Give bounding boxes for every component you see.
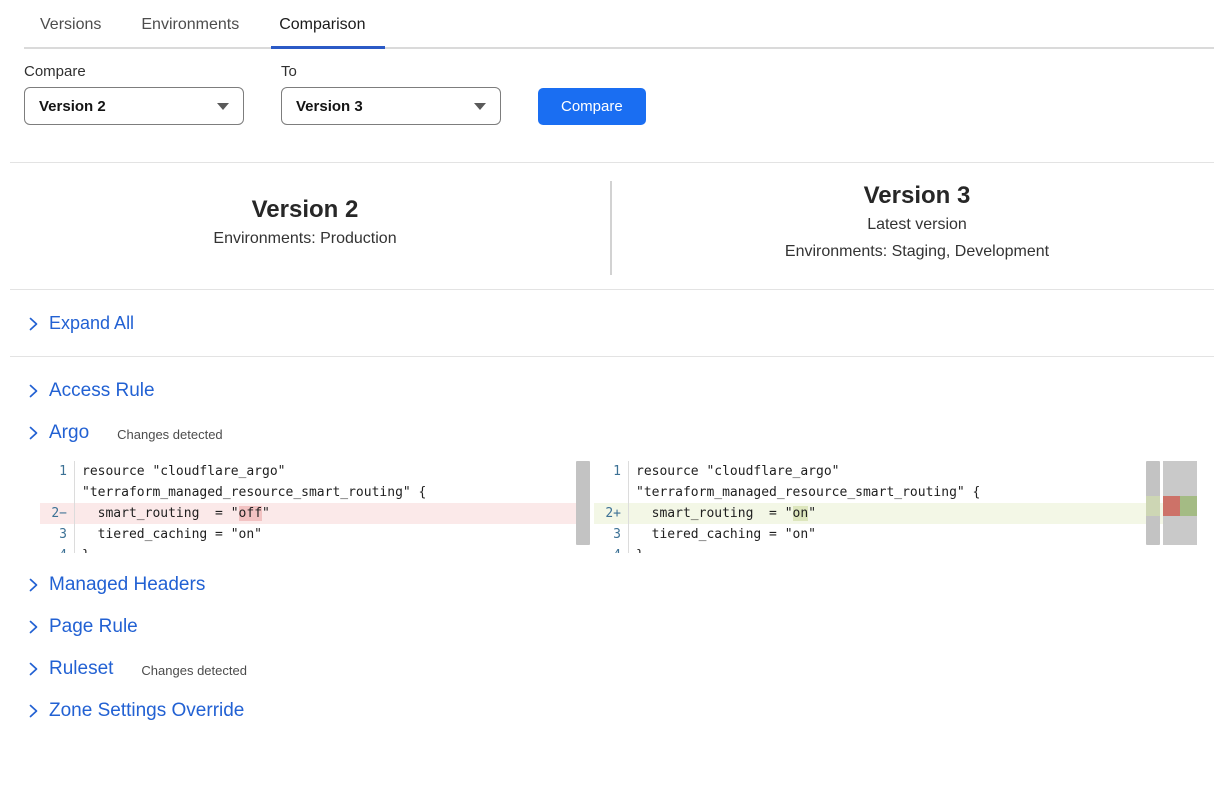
code-line-removed: 2− smart_routing = "off" <box>40 503 590 524</box>
compare-to-value: Version 3 <box>296 98 363 115</box>
code-line: 4 } <box>40 545 590 553</box>
compare-from-select[interactable]: Version 2 <box>24 87 244 125</box>
compare-button[interactable]: Compare <box>538 88 646 125</box>
line-number: 3 <box>40 524 75 545</box>
to-field: To Version 3 <box>281 63 501 125</box>
code-line-added: 2+ smart_routing = "on" <box>594 503 1197 524</box>
code-text: tiered_caching = "on" <box>75 524 262 545</box>
added-mark <box>1180 496 1197 516</box>
tab-bar: Versions Environments Comparison <box>24 0 1214 49</box>
line-number: 1 <box>594 461 629 482</box>
added-word-highlight: on <box>793 506 809 521</box>
chevron-right-icon <box>28 425 39 441</box>
diff-right-pane: 1 resource "cloudflare_argo" "terraform_… <box>594 461 1197 553</box>
to-label: To <box>281 63 501 80</box>
divider <box>10 356 1214 357</box>
argo-diff: 1 resource "cloudflare_argo" "terraform_… <box>40 461 1224 553</box>
left-version-environments: Environments: Production <box>0 225 610 252</box>
code-line: 3 tiered_caching = "on" <box>40 524 590 545</box>
line-number <box>40 482 75 503</box>
expand-all-label: Expand All <box>49 313 134 334</box>
section-managed-headers[interactable]: Managed Headers <box>28 571 1224 599</box>
chevron-right-icon <box>28 316 39 332</box>
compare-field: Compare Version 2 <box>24 63 244 125</box>
line-number: 4 <box>40 545 75 553</box>
line-number: 3 <box>594 524 629 545</box>
chevron-right-icon <box>28 619 39 635</box>
compare-form: Compare Version 2 To Version 3 Compare <box>24 63 1224 125</box>
tab-comparison[interactable]: Comparison <box>279 16 365 47</box>
scrollbar[interactable] <box>1146 461 1160 545</box>
code-text: tiered_caching = "on" <box>629 524 816 545</box>
diff-left-pane: 1 resource "cloudflare_argo" "terraform_… <box>40 461 590 553</box>
code-text: resource "cloudflare_argo" <box>75 461 286 482</box>
deleted-mark <box>1163 496 1180 516</box>
section-label: Argo <box>49 422 89 444</box>
changes-detected-badge: Changes detected <box>141 663 247 678</box>
code-text: } <box>75 545 90 553</box>
compare-label: Compare <box>24 63 244 80</box>
expand-all-section: Expand All <box>0 290 1224 356</box>
code-text: "terraform_managed_resource_smart_routin… <box>629 482 980 503</box>
section-ruleset[interactable]: Ruleset Changes detected <box>28 655 1224 683</box>
code-line: 4 } <box>594 545 1197 553</box>
line-number <box>594 482 629 503</box>
code-text: smart_routing = "on" <box>629 503 816 524</box>
diff-overview-ruler[interactable] <box>1163 461 1197 545</box>
tab-environments[interactable]: Environments <box>141 16 239 47</box>
removed-word-highlight: off <box>239 506 262 521</box>
line-number: 4 <box>594 545 629 553</box>
code-line: 1 resource "cloudflare_argo" <box>40 461 590 482</box>
caret-down-icon <box>474 103 486 110</box>
scrollbar-diff-band <box>1146 496 1160 516</box>
line-number: 1 <box>40 461 75 482</box>
line-number: 2+ <box>594 503 629 524</box>
code-line: 3 tiered_caching = "on" <box>594 524 1197 545</box>
code-text: "terraform_managed_resource_smart_routin… <box>75 482 426 503</box>
chevron-right-icon <box>28 703 39 719</box>
code-line: "terraform_managed_resource_smart_routin… <box>594 482 1197 503</box>
code-text: } <box>629 545 644 553</box>
code-line: 1 resource "cloudflare_argo" <box>594 461 1197 482</box>
compare-to-select[interactable]: Version 3 <box>281 87 501 125</box>
section-zone-settings-override[interactable]: Zone Settings Override <box>28 697 1224 725</box>
code-text: resource "cloudflare_argo" <box>629 461 840 482</box>
chevron-right-icon <box>28 577 39 593</box>
right-version-header: Version 3 Latest version Environments: S… <box>610 163 1224 289</box>
comparison-page: Versions Environments Comparison Compare… <box>0 0 1224 788</box>
right-version-title: Version 3 <box>610 181 1224 211</box>
changes-detected-badge: Changes detected <box>117 427 223 442</box>
section-access-rule[interactable]: Access Rule <box>28 377 1224 405</box>
left-version-header: Version 2 Environments: Production <box>0 163 610 289</box>
expand-all-button[interactable]: Expand All <box>28 313 1224 334</box>
right-version-subtitle: Latest version <box>610 211 1224 238</box>
section-label: Zone Settings Override <box>49 700 244 722</box>
section-argo[interactable]: Argo Changes detected <box>28 419 1224 447</box>
section-label: Managed Headers <box>49 574 205 596</box>
left-version-title: Version 2 <box>0 195 610 225</box>
caret-down-icon <box>217 103 229 110</box>
section-label: Access Rule <box>49 380 155 402</box>
compare-from-value: Version 2 <box>39 98 106 115</box>
code-line: "terraform_managed_resource_smart_routin… <box>40 482 590 503</box>
section-page-rule[interactable]: Page Rule <box>28 613 1224 641</box>
line-number: 2− <box>40 503 75 524</box>
chevron-right-icon <box>28 661 39 677</box>
section-label: Page Rule <box>49 616 138 638</box>
scrollbar[interactable] <box>576 461 590 545</box>
code-text: smart_routing = "off" <box>75 503 270 524</box>
right-version-environments: Environments: Staging, Development <box>610 238 1224 265</box>
version-headers: Version 2 Environments: Production Versi… <box>0 163 1224 289</box>
tab-versions[interactable]: Versions <box>40 16 101 47</box>
chevron-right-icon <box>28 383 39 399</box>
section-label: Ruleset <box>49 658 113 680</box>
